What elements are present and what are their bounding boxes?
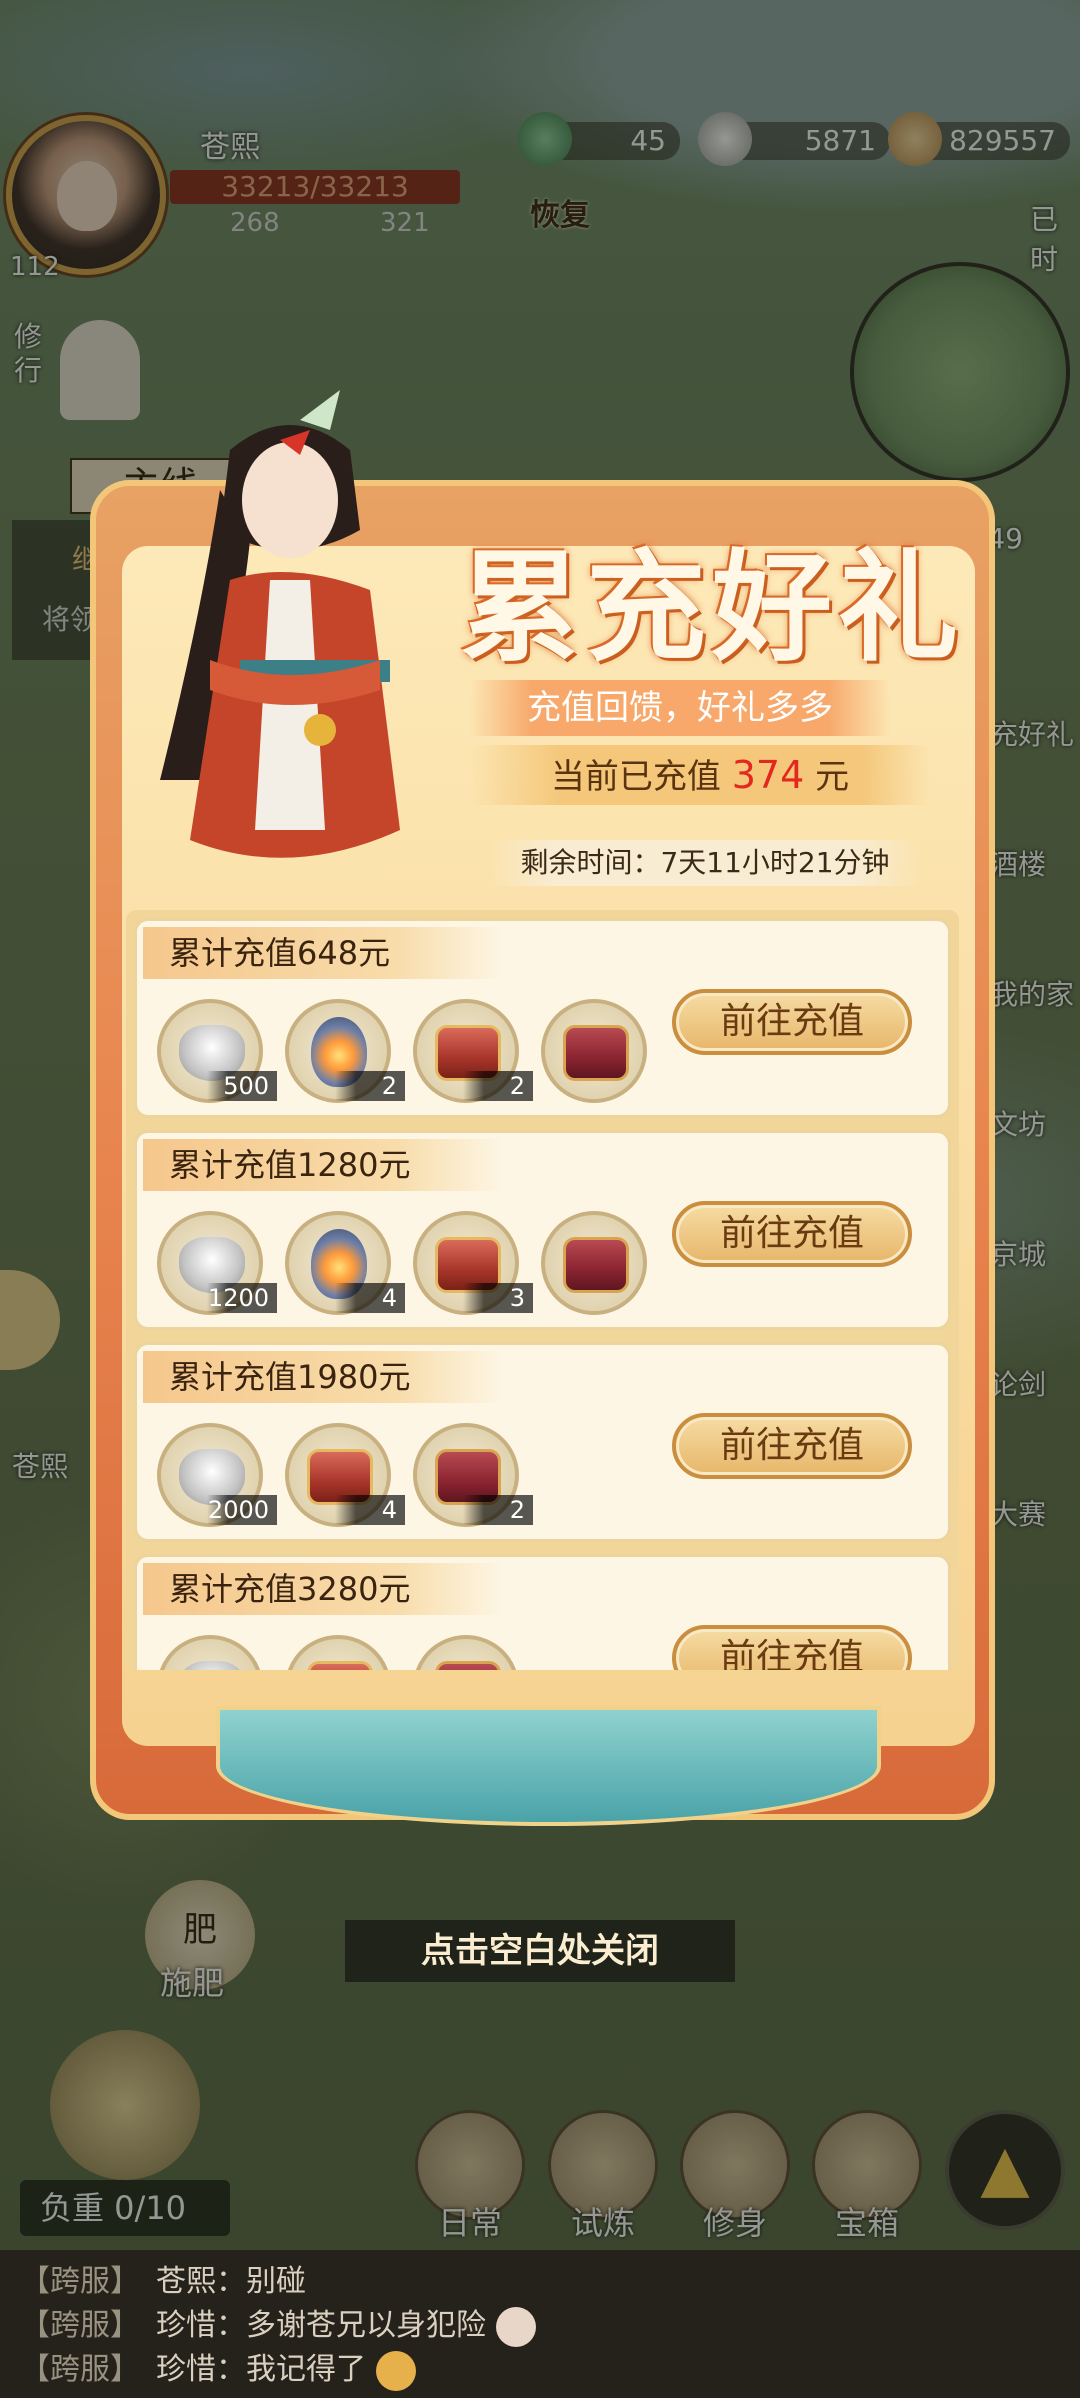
reward-items: 1200 4 3 [157, 1211, 647, 1315]
shy-face-emoji-icon [496, 2306, 536, 2347]
chat-line: 【跨服】 珍惜：多谢苍兄以身犯险 [20, 2304, 1060, 2348]
popup-subtitle: 充值回馈，好礼多多 [470, 680, 890, 736]
reward-count: 2 [463, 1071, 533, 1101]
chat-line: 【跨服】 苍熙：别碰 [20, 2260, 1060, 2304]
reward-item[interactable]: 2 [413, 999, 533, 1103]
reward-item[interactable]: 2 [413, 1423, 533, 1527]
reward-item[interactable]: 500 [157, 999, 277, 1103]
reward-count: 1200 [207, 1283, 277, 1313]
chat-channel: 【跨服】 [20, 2308, 140, 2343]
current-recharge-prefix: 当前已充值 [550, 757, 721, 797]
reward-item[interactable] [541, 999, 647, 1103]
chat-channel: 【跨服】 [20, 2352, 140, 2387]
reward-count: 500 [207, 1071, 277, 1101]
reward-item[interactable] [285, 1635, 391, 1670]
tier-label: 累计充值1980元 [143, 1351, 503, 1403]
current-recharge-unit: 元 [815, 757, 850, 797]
dog-emoji-icon [376, 2350, 416, 2391]
go-recharge-button[interactable]: 前往充值 [672, 1625, 912, 1670]
tier-list[interactable]: 累计充值648元 500 2 2 前往充值 累计充值1280元 1200 4 3… [126, 910, 959, 1670]
reward-item[interactable]: 2 [285, 999, 405, 1103]
tier-label: 累计充值1280元 [143, 1139, 503, 1191]
tier-card: 累计充值1980元 2000 4 2 前往充值 [134, 1342, 951, 1542]
jewel-box-icon [563, 1237, 629, 1293]
close-hint[interactable]: 点击空白处关闭 [345, 1920, 735, 1982]
reward-count: 4 [335, 1495, 405, 1525]
current-recharge-amount: 374 [731, 753, 805, 797]
red-chest-icon [307, 1661, 373, 1670]
reward-item[interactable] [413, 1635, 519, 1670]
reward-item[interactable]: 3 [413, 1211, 533, 1315]
popup-title: 累充好礼 [460, 537, 964, 678]
reward-item[interactable]: 4 [285, 1423, 405, 1527]
jewel-box-icon [563, 1025, 629, 1081]
reward-count: 3 [463, 1283, 533, 1313]
tier-label: 累计充值3280元 [143, 1563, 503, 1615]
chat-panel[interactable]: 【跨服】 苍熙：别碰 【跨服】 珍惜：多谢苍兄以身犯险 【跨服】 珍惜：我记得了 [0, 2250, 1080, 2398]
chat-text: 苍熙：别碰 [156, 2264, 306, 2299]
tier-card: 累计充值648元 500 2 2 前往充值 [134, 918, 951, 1118]
current-recharge: 当前已充值 374 元 [470, 745, 930, 805]
reward-items: 2000 4 2 [157, 1423, 533, 1527]
chat-channel: 【跨服】 [20, 2264, 140, 2299]
chat-text: 珍惜：我记得了 [156, 2352, 366, 2387]
chat-line: 【跨服】 珍惜：我记得了 [20, 2348, 1060, 2392]
reward-count: 2 [335, 1071, 405, 1101]
reward-item[interactable] [541, 1211, 647, 1315]
character-illustration [160, 390, 400, 858]
popup-bottom-ornament [216, 1706, 881, 1826]
cumulative-recharge-popup: 累充好礼 充值回馈，好礼多多 当前已充值 374 元 剩余时间：7天11小时21… [90, 390, 995, 1826]
reward-items [157, 1635, 519, 1670]
chat-text: 珍惜：多谢苍兄以身犯险 [156, 2308, 486, 2343]
reward-item[interactable]: 1200 [157, 1211, 277, 1315]
tier-label: 累计充值648元 [143, 927, 503, 979]
reward-item[interactable] [157, 1635, 263, 1670]
reward-count: 2000 [207, 1495, 277, 1525]
reward-items: 500 2 2 [157, 999, 647, 1103]
go-recharge-button[interactable]: 前往充值 [672, 989, 912, 1055]
reward-item[interactable]: 2000 [157, 1423, 277, 1527]
tier-card: 累计充值1280元 1200 4 3 前往充值 [134, 1130, 951, 1330]
silver-ingot-icon [179, 1661, 245, 1670]
reward-count: 4 [335, 1283, 405, 1313]
tier-card: 累计充值3280元 前往充值 [134, 1554, 951, 1670]
remaining-time: 剩余时间：7天11小时21分钟 [490, 840, 920, 886]
jewel-box-icon [435, 1661, 501, 1670]
go-recharge-button[interactable]: 前往充值 [672, 1201, 912, 1267]
reward-item[interactable]: 4 [285, 1211, 405, 1315]
reward-count: 2 [463, 1495, 533, 1525]
go-recharge-button[interactable]: 前往充值 [672, 1413, 912, 1479]
